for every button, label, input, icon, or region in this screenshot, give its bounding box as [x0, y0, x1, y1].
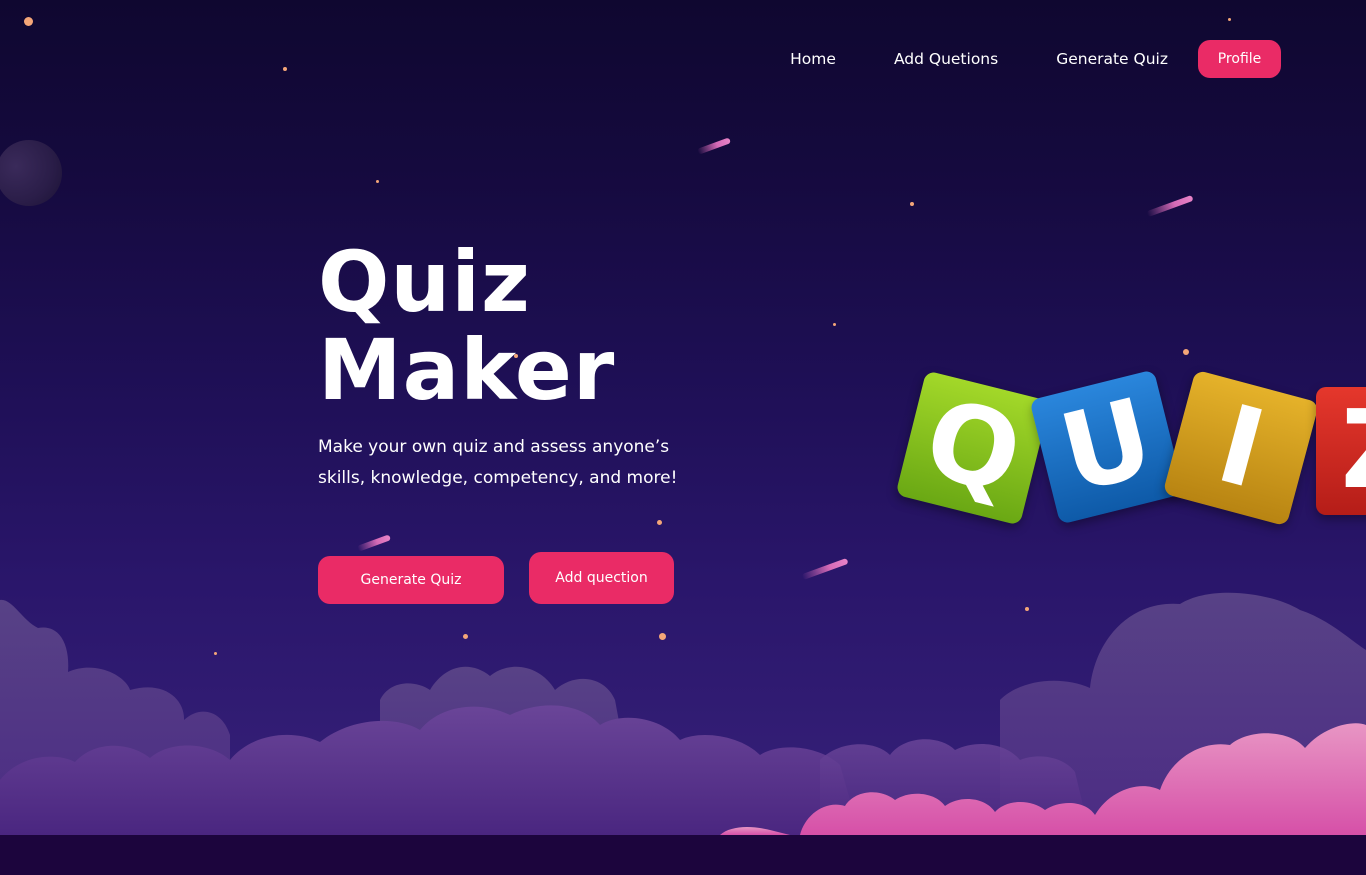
add-question-button[interactable]: Add quection [529, 552, 674, 604]
hero-actions: Generate Quiz Add quection [318, 552, 674, 604]
page-title: Quiz Maker [318, 238, 718, 414]
hero-section: Quiz Maker Make your own quiz and assess… [318, 238, 718, 493]
nav-home-link[interactable]: Home [790, 50, 836, 68]
nav-generate-quiz-link[interactable]: Generate Quiz [1056, 50, 1168, 68]
title-line-quiz: Quiz [318, 233, 531, 331]
nav-add-questions-link[interactable]: Add Quetions [894, 50, 998, 68]
generate-quiz-button[interactable]: Generate Quiz [318, 556, 504, 604]
footer-band [0, 835, 1366, 875]
profile-button[interactable]: Profile [1198, 40, 1281, 78]
top-navigation: Home Add Quetions Generate Quiz Profile [790, 40, 1281, 78]
hero-subtitle: Make your own quiz and assess anyone’s s… [318, 437, 678, 488]
title-line-maker: Maker [318, 321, 616, 419]
hero-background: Q U I Z Home Add Quetions Generate Quiz … [0, 0, 1366, 835]
